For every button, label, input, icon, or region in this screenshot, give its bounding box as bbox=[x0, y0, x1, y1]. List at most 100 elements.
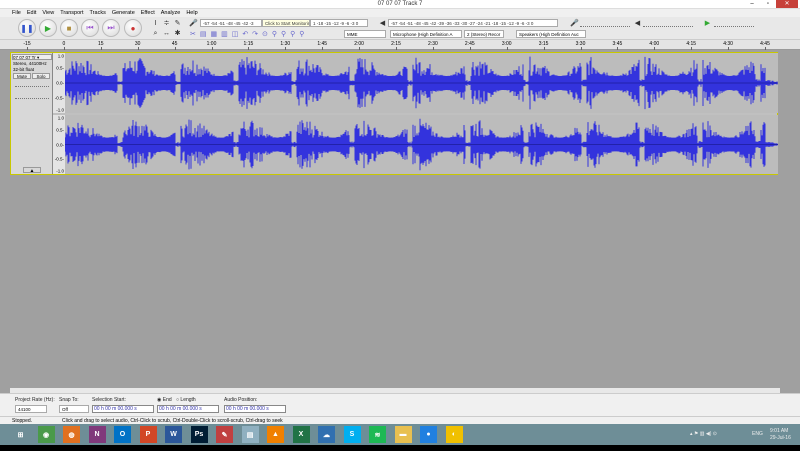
taskbar-firefox-icon[interactable]: ◍ bbox=[63, 426, 80, 443]
solo-button[interactable]: Solo bbox=[32, 73, 50, 79]
selection-start-field[interactable]: 00 h 00 m 00.000 s bbox=[92, 405, 154, 413]
taskbar-audacity-icon[interactable]: ◐ bbox=[445, 426, 463, 443]
gain-slider[interactable] bbox=[15, 83, 49, 87]
taskbar-skype-icon[interactable]: S bbox=[343, 426, 361, 443]
taskbar-windows-icon[interactable]: ⊞ bbox=[12, 426, 29, 443]
vertical-scale-label: -0.5- bbox=[54, 156, 64, 162]
taskbar-vlc-icon[interactable]: ▲ bbox=[267, 426, 284, 443]
stop-button[interactable]: ■ bbox=[60, 19, 78, 37]
ruler-tick bbox=[63, 47, 65, 50]
maximize-button[interactable]: ▫ bbox=[760, 0, 776, 8]
pan-slider[interactable] bbox=[15, 95, 49, 99]
draw-tool-icon[interactable]: ✎ bbox=[173, 19, 182, 28]
vertical-scale-label: 0.5- bbox=[56, 65, 64, 71]
playback-meter-scale[interactable]: -57 -54 -51 -48 -45 -42 -39 -36 -33 -30 … bbox=[388, 19, 558, 27]
taskbar-notepad-icon[interactable]: ▤ bbox=[241, 426, 259, 443]
channels-select[interactable]: 2 (Stereo) Recor bbox=[464, 30, 504, 38]
taskbar-photoshop-icon[interactable]: Ps bbox=[190, 426, 208, 443]
menu-analyze[interactable]: Analyze bbox=[161, 9, 181, 17]
clock-date[interactable]: 29-Jul-16 bbox=[770, 435, 791, 441]
playback-meter-speaker-icon[interactable]: ◀ bbox=[378, 19, 387, 28]
envelope-tool-icon[interactable]: ≑ bbox=[162, 19, 171, 28]
menu-view[interactable]: View bbox=[42, 9, 54, 17]
taskbar-powerpoint-icon[interactable]: P bbox=[139, 426, 157, 443]
waveform-right-channel[interactable] bbox=[65, 115, 778, 174]
tray-icons[interactable]: ▴ ⚑ ▥ ◀) ⊙ bbox=[690, 431, 717, 437]
taskbar-spotify-icon[interactable]: ≋ bbox=[369, 426, 386, 443]
ruler-tick bbox=[322, 47, 324, 50]
vertical-scale-label: 0.0- bbox=[56, 142, 64, 147]
menu-generate[interactable]: Generate bbox=[112, 9, 135, 17]
pause-button[interactable]: ❚❚ bbox=[18, 19, 36, 37]
track-control-panel[interactable]: 07 07 07 Tr ▾ Stereo, 44100Hz 32-bit flo… bbox=[11, 53, 53, 174]
speakers-select[interactable]: Speakers (High Definition Auc bbox=[516, 30, 586, 38]
zoom-tool-icon[interactable]: ⌕ bbox=[151, 29, 160, 38]
ruler-tick bbox=[396, 47, 397, 50]
title-bar: 07 07 07 Track 7 – ▫ ✕ bbox=[0, 0, 800, 9]
taskbar-paint-icon[interactable]: ✎ bbox=[216, 426, 233, 443]
close-button[interactable]: ✕ bbox=[776, 0, 798, 8]
length-radio[interactable]: ○ Length bbox=[176, 397, 196, 403]
snap-to-label: Snap To: bbox=[59, 397, 79, 403]
audio-position-field[interactable]: 00 h 00 m 00.000 s bbox=[224, 405, 286, 413]
menu-tracks[interactable]: Tracks bbox=[90, 9, 106, 17]
taskbar-explorer-icon[interactable]: ▬ bbox=[394, 426, 412, 443]
timeline-ruler[interactable]: -15 0 15 30 45 1:00 1:15 1:30 1:45 2:00 2:15 2:30 2:… bbox=[0, 40, 800, 50]
ruler-tick bbox=[432, 47, 434, 50]
speaker-volume-slider[interactable] bbox=[643, 19, 693, 27]
taskbar-outlook-icon[interactable]: O bbox=[114, 426, 131, 443]
menu-transport[interactable]: Transport bbox=[60, 9, 83, 17]
menu-effect[interactable]: Effect bbox=[141, 9, 155, 17]
ruler-tick bbox=[211, 47, 213, 50]
taskbar-network-icon[interactable]: ☁ bbox=[318, 426, 335, 443]
project-rate-select[interactable]: 44100 bbox=[15, 405, 47, 413]
collapse-button[interactable]: ▲ bbox=[23, 167, 41, 174]
minimize-button[interactable]: – bbox=[744, 0, 760, 8]
vertical-ruler-left: 1.0 0.5- 0.0- -0.5- -1.0 bbox=[53, 53, 65, 113]
mic-volume-slider[interactable] bbox=[580, 19, 630, 27]
mute-button[interactable]: Mute bbox=[13, 73, 31, 79]
ruler-tick bbox=[543, 47, 545, 50]
record-meter-scale-tail[interactable]: 1 -18 -15 -12 -9 -6 -3 0 bbox=[310, 19, 368, 27]
ruler-tick bbox=[506, 47, 508, 50]
menu-edit[interactable]: Edit bbox=[27, 9, 36, 17]
play-button[interactable]: ▶ bbox=[39, 19, 57, 37]
window-title: 07 07 07 Track 7 bbox=[377, 1, 423, 7]
skip-to-start-button[interactable]: ⏮ bbox=[81, 19, 99, 37]
ruler-tick bbox=[469, 47, 471, 50]
clock-time[interactable]: 9:01 AM bbox=[770, 428, 788, 434]
edit-tools-icons[interactable]: ✂▤▦▥◫↶↷⊙⚲⚲⚲⚲ bbox=[190, 30, 340, 39]
language-indicator[interactable]: ENG bbox=[752, 431, 763, 437]
vertical-scale-label: 1.0 bbox=[57, 115, 64, 121]
taskbar-excel-icon[interactable]: X bbox=[292, 426, 310, 443]
taskbar-camera-icon[interactable]: ● bbox=[420, 426, 437, 443]
audio-position-label: Audio Position: bbox=[224, 397, 258, 403]
selection-tool-icon[interactable]: I bbox=[151, 19, 160, 28]
skip-to-end-button[interactable]: ⏭ bbox=[102, 19, 120, 37]
timeshift-tool-icon[interactable]: ↔ bbox=[162, 29, 171, 38]
ruler-tick bbox=[654, 47, 656, 50]
record-meter-tooltip: Click to Start Monitoring bbox=[262, 19, 310, 27]
record-meter-mic-icon[interactable]: 🎤 bbox=[189, 19, 198, 28]
menu-file[interactable]: File bbox=[12, 9, 21, 17]
ruler-tick bbox=[359, 47, 361, 50]
host-select[interactable]: MME bbox=[344, 30, 386, 38]
record-meter-scale[interactable]: -57 -54 -51 -48 -45 -42 -3 bbox=[200, 19, 262, 27]
taskbar-word-icon[interactable]: W bbox=[165, 426, 182, 443]
audacity-window: File Edit View Transport Tracks Generate Effec… bbox=[0, 9, 800, 424]
play-at-speed-icon[interactable]: ▶ bbox=[703, 19, 712, 28]
taskbar-onenote-icon[interactable]: N bbox=[88, 426, 106, 443]
mic-select[interactable]: Microphone (High Definition A bbox=[390, 30, 462, 38]
end-radio[interactable]: ◉ End bbox=[157, 397, 172, 403]
record-button[interactable]: ● bbox=[124, 19, 142, 37]
taskbar-chrome-icon[interactable]: ◉ bbox=[37, 426, 55, 443]
waveform-left-channel[interactable] bbox=[65, 53, 778, 113]
menu-help[interactable]: Help bbox=[186, 9, 197, 17]
ruler-tick bbox=[27, 47, 28, 50]
track-name-menu[interactable]: 07 07 07 Tr ▾ bbox=[12, 54, 52, 60]
taskbar: ⊞ ◉ ◍ N O P W Ps ✎ ▤ ▲ X ☁ S ≋ ▬ ● ◐ ▴ ⚑ ▥ ◀) ⊙ ENG 9:01 … bbox=[0, 424, 800, 445]
play-speed-slider[interactable] bbox=[714, 19, 754, 27]
snap-to-select[interactable]: Off bbox=[59, 405, 89, 413]
selection-end-field[interactable]: 00 h 00 m 00.000 s bbox=[157, 405, 219, 413]
multi-tool-icon[interactable]: ✱ bbox=[173, 29, 182, 38]
